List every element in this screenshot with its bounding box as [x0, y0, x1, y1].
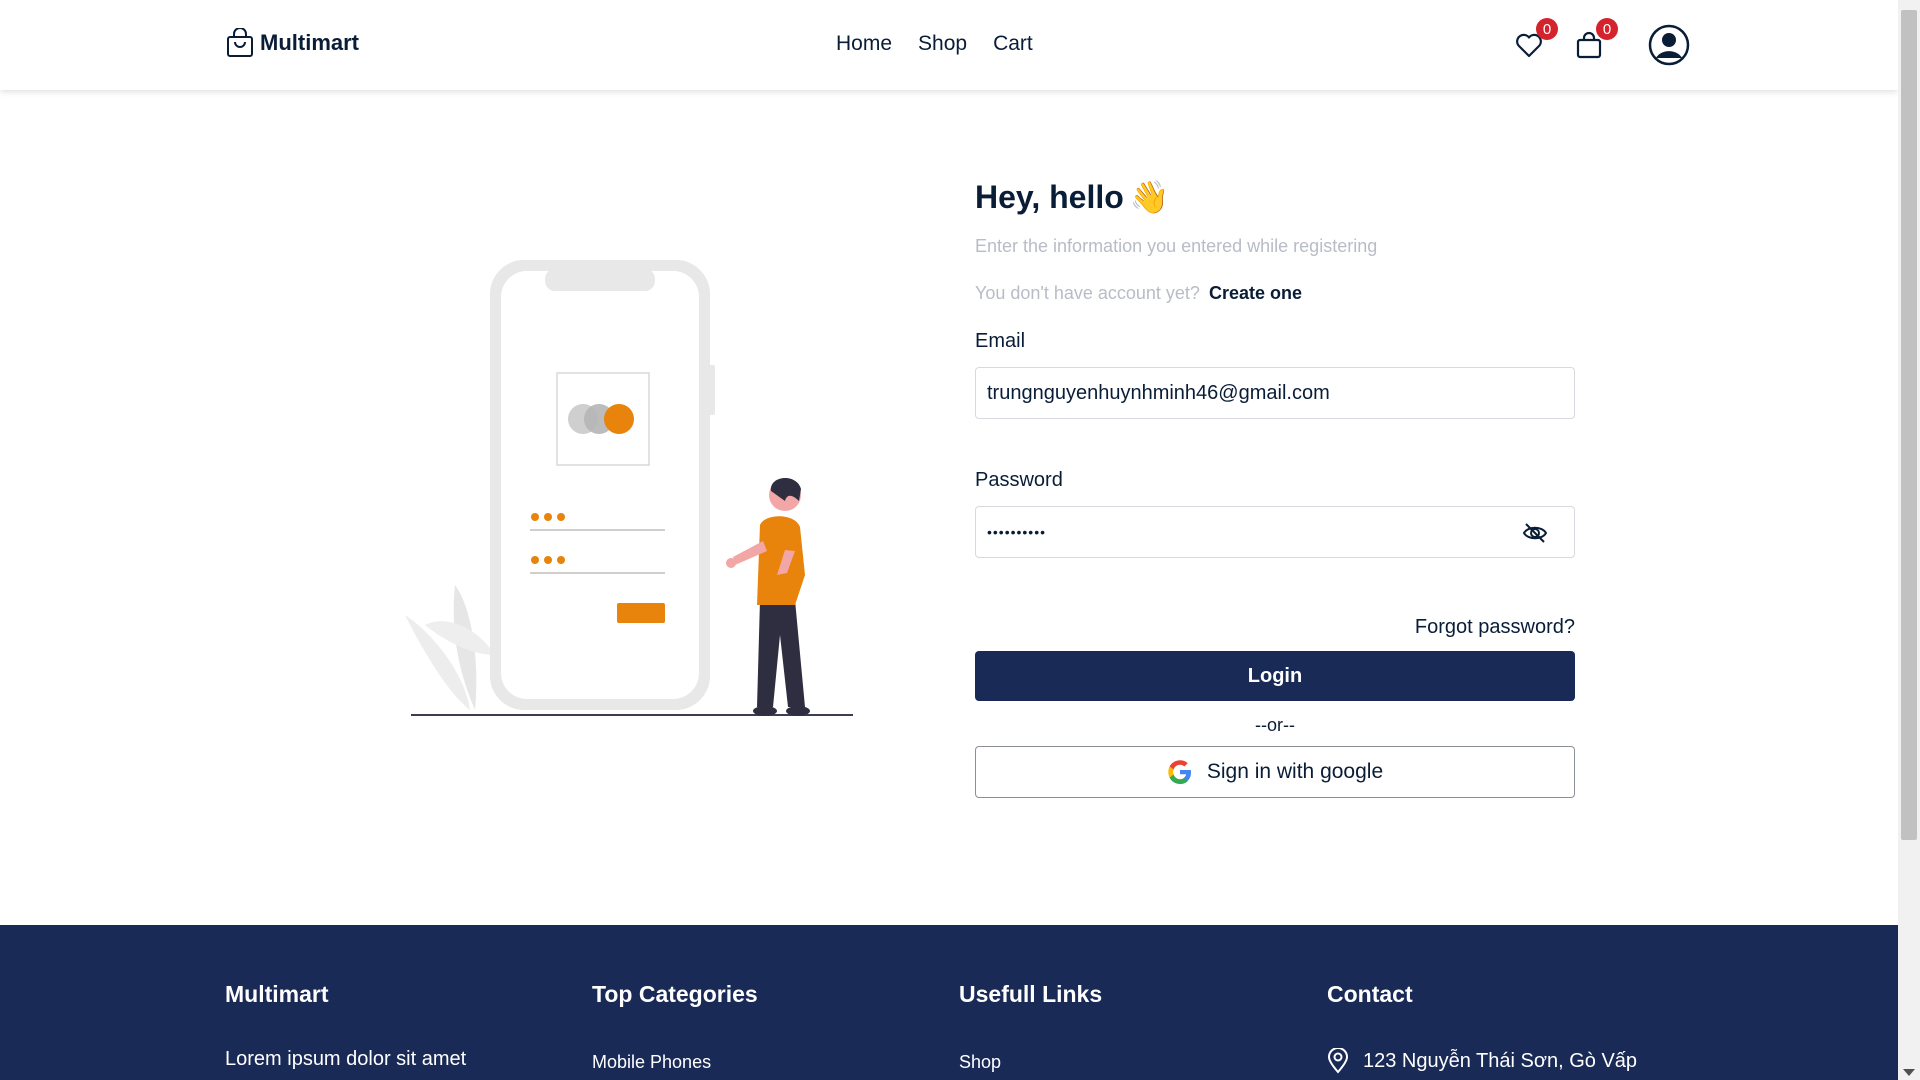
login-button[interactable]: Login [975, 651, 1575, 701]
footer-col-links: Usefull Links Shop [959, 981, 1102, 1073]
login-form: Hey, hello 👋 Enter the information you e… [975, 178, 1575, 798]
footer-address: 123 Nguyễn Thái Sơn, Gò Vấp [1327, 1048, 1637, 1074]
user-circle-icon[interactable] [1648, 24, 1690, 66]
main-nav: Home Shop Cart [836, 32, 1033, 56]
forgot-password-link[interactable]: Forgot password? [975, 616, 1575, 639]
footer-brand-text: Lorem ipsum dolor sit amet [225, 1048, 467, 1070]
scroll-down-arrow-icon[interactable] [1903, 1069, 1915, 1076]
logo[interactable]: Multimart [226, 28, 359, 58]
wishlist-count-badge: 0 [1536, 18, 1558, 40]
cart-button[interactable]: 0 [1574, 18, 1618, 60]
waving-hand-emoji: 👋 [1129, 179, 1170, 215]
footer-categories-title: Top Categories [592, 981, 758, 1007]
header-actions: 0 0 [1514, 18, 1690, 66]
no-account-text: You don't have account yet? [975, 283, 1200, 303]
eye-off-icon[interactable] [1522, 521, 1548, 545]
footer-contact-title: Contact [1327, 981, 1413, 1007]
footer-shop-link[interactable]: Shop [959, 1052, 1102, 1073]
password-value: •••••••••• [987, 524, 1047, 540]
shopping-bag-icon [227, 28, 253, 57]
footer-col-brand: Multimart Lorem ipsum dolor sit amet [225, 981, 466, 1071]
google-g-icon [1168, 760, 1191, 784]
login-heading: Hey, hello 👋 [975, 178, 1575, 216]
nav-home[interactable]: Home [836, 32, 892, 56]
scrollbar-thumb[interactable] [1901, 10, 1917, 840]
signup-prompt: You don't have account yet? Create one [975, 283, 1575, 304]
footer-brand-title: Multimart [225, 981, 329, 1007]
password-input[interactable]: •••••••••• [975, 506, 1575, 558]
cart-count-badge: 0 [1596, 18, 1618, 40]
or-divider: --or-- [1255, 715, 1295, 735]
email-value: trungnguyenhuynhminh46@gmail.com [987, 381, 1330, 404]
google-signin-label: Sign in with google [1206, 760, 1384, 783]
map-pin-icon [1327, 1048, 1349, 1074]
create-account-link[interactable]: Create one [1209, 283, 1302, 303]
google-signin-button[interactable]: Sign in with google [975, 746, 1575, 798]
footer-links-title: Usefull Links [959, 981, 1103, 1007]
footer-col-contact: Contact 123 Nguyễn Thái Sơn, Gò Vấp [1327, 981, 1637, 1074]
wishlist-button[interactable]: 0 [1514, 18, 1558, 60]
password-label: Password [975, 469, 1063, 491]
page-scrollbar[interactable] [1898, 0, 1920, 1080]
logo-text: Multimart [260, 30, 359, 55]
login-illustration [405, 260, 853, 716]
site-header: Multimart Home Shop Cart 0 0 [0, 0, 1898, 90]
footer-category-link[interactable]: Mobile Phones [592, 1052, 758, 1073]
footer-col-categories: Top Categories Mobile Phones [592, 981, 758, 1073]
site-footer: Multimart Lorem ipsum dolor sit amet Top… [0, 925, 1898, 1080]
nav-shop[interactable]: Shop [918, 32, 967, 56]
login-subtitle: Enter the information you entered while … [975, 236, 1378, 256]
email-input[interactable]: trungnguyenhuynhminh46@gmail.com [975, 367, 1575, 419]
footer-address-text: 123 Nguyễn Thái Sơn, Gò Vấp [1363, 1049, 1638, 1072]
greeting-text: Hey, hello [975, 178, 1124, 215]
email-label: Email [975, 330, 1026, 352]
nav-cart[interactable]: Cart [993, 32, 1033, 56]
